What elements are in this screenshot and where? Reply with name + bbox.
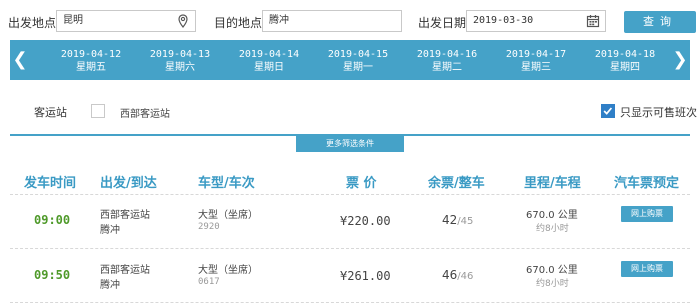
destination-label: 目的地点 <box>214 16 263 30</box>
date-tab-weekday: 星期二 <box>432 62 462 73</box>
departure-time: 09:00 <box>34 213 71 227</box>
checkmark-icon <box>603 107 613 115</box>
more-filters-button[interactable]: 更多筛选条件 <box>296 136 404 152</box>
sellable-only-label: 只显示可售班次 <box>620 106 697 119</box>
from-station: 西部客运站 <box>100 210 150 221</box>
header-seats: 余票/整车 <box>428 176 485 191</box>
destination-value: 腾冲 <box>269 15 289 26</box>
row-divider <box>10 248 690 249</box>
bus-type: 大型（坐席） <box>198 265 258 276</box>
location-pin-icon <box>178 14 188 28</box>
chevron-right-icon[interactable]: ❯ <box>670 40 690 80</box>
to-station: 腾冲 <box>100 225 120 236</box>
distance: 670.0 公里 <box>526 265 578 276</box>
duration: 约8小时 <box>536 279 569 289</box>
seats-total: /45 <box>457 216 474 227</box>
origin-input[interactable]: 昆明 <box>56 10 196 32</box>
header-departure-time: 发车时间 <box>24 176 77 191</box>
date-tab[interactable]: 2019-04-18 星期四 <box>585 48 665 75</box>
date-tab-weekday: 星期三 <box>521 62 551 73</box>
calendar-icon[interactable] <box>586 14 600 28</box>
date-tab-date: 2019-04-16 <box>416 49 478 60</box>
date-strip: ❮ 2019-04-12 星期五 2019-04-13 星期六 2019-04-… <box>10 40 690 80</box>
row-divider <box>10 302 690 303</box>
date-input[interactable]: 2019-03-30 <box>466 10 606 32</box>
date-tab-date: 2019-04-14 <box>238 49 300 60</box>
date-tab[interactable]: 2019-04-16 星期二 <box>407 48 487 75</box>
from-station: 西部客运站 <box>100 265 150 276</box>
seats-left: 42 <box>442 213 458 227</box>
destination-input[interactable]: 腾冲 <box>262 10 402 32</box>
date-tab-date: 2019-04-13 <box>149 49 211 60</box>
header-price: 票 价 <box>346 176 377 191</box>
date-tab[interactable]: 2019-04-17 星期三 <box>496 48 576 75</box>
station-option-label: 西部客运站 <box>120 109 170 120</box>
buy-ticket-button[interactable]: 网上购票 <box>621 261 673 277</box>
date-tab-weekday: 星期四 <box>610 62 640 73</box>
chevron-left-icon[interactable]: ❮ <box>10 40 30 80</box>
date-tab-date: 2019-04-17 <box>505 49 567 60</box>
station-checkbox[interactable] <box>91 104 105 118</box>
seats-remaining: 46/46 <box>442 268 473 282</box>
header-booking: 汽车票预定 <box>614 176 680 191</box>
seats-remaining: 42/45 <box>442 213 473 227</box>
ticket-price: ¥220.00 <box>340 214 391 228</box>
ticket-price: ¥261.00 <box>340 269 391 283</box>
seats-total: /46 <box>457 271 474 282</box>
date-tab[interactable]: 2019-04-15 星期一 <box>318 48 398 75</box>
to-station: 腾冲 <box>100 280 120 291</box>
date-tab[interactable]: 2019-04-14 星期日 <box>229 48 309 75</box>
header-distance: 里程/车程 <box>524 176 581 191</box>
header-bus-type: 车型/车次 <box>198 176 255 191</box>
seats-left: 46 <box>442 268 458 282</box>
date-tab-weekday: 星期五 <box>76 62 106 73</box>
duration: 约8小时 <box>536 224 569 234</box>
header-route: 出发/到达 <box>100 176 157 191</box>
date-tab-weekday: 星期一 <box>343 62 373 73</box>
header-divider <box>10 194 690 195</box>
departure-time: 09:50 <box>34 268 71 282</box>
station-filter-label: 客运站 <box>34 106 67 119</box>
bus-type: 大型（坐席） <box>198 210 258 221</box>
sellable-only-checkbox[interactable] <box>601 104 615 118</box>
buy-ticket-button[interactable]: 网上购票 <box>621 206 673 222</box>
date-tab-date: 2019-04-15 <box>327 49 389 60</box>
date-tab-date: 2019-04-12 <box>60 49 122 60</box>
bus-number: 2920 <box>198 222 220 232</box>
origin-label: 出发地点 <box>8 16 57 30</box>
date-value: 2019-03-30 <box>473 15 534 26</box>
date-label: 出发日期 <box>418 16 467 30</box>
date-tab-weekday: 星期六 <box>165 62 195 73</box>
date-tab-weekday: 星期日 <box>254 62 284 73</box>
distance: 670.0 公里 <box>526 210 578 221</box>
query-button[interactable]: 查询 <box>624 11 696 33</box>
search-bar: 出发地点 昆明 目的地点 腾冲 出发日期 2019-03-30 查询 <box>0 0 700 40</box>
date-tab-date: 2019-04-18 <box>594 49 656 60</box>
date-tab[interactable]: 2019-04-13 星期六 <box>140 48 220 75</box>
bus-number: 0617 <box>198 277 220 287</box>
date-tab[interactable]: 2019-04-12 星期五 <box>51 48 131 75</box>
origin-value: 昆明 <box>63 15 83 26</box>
